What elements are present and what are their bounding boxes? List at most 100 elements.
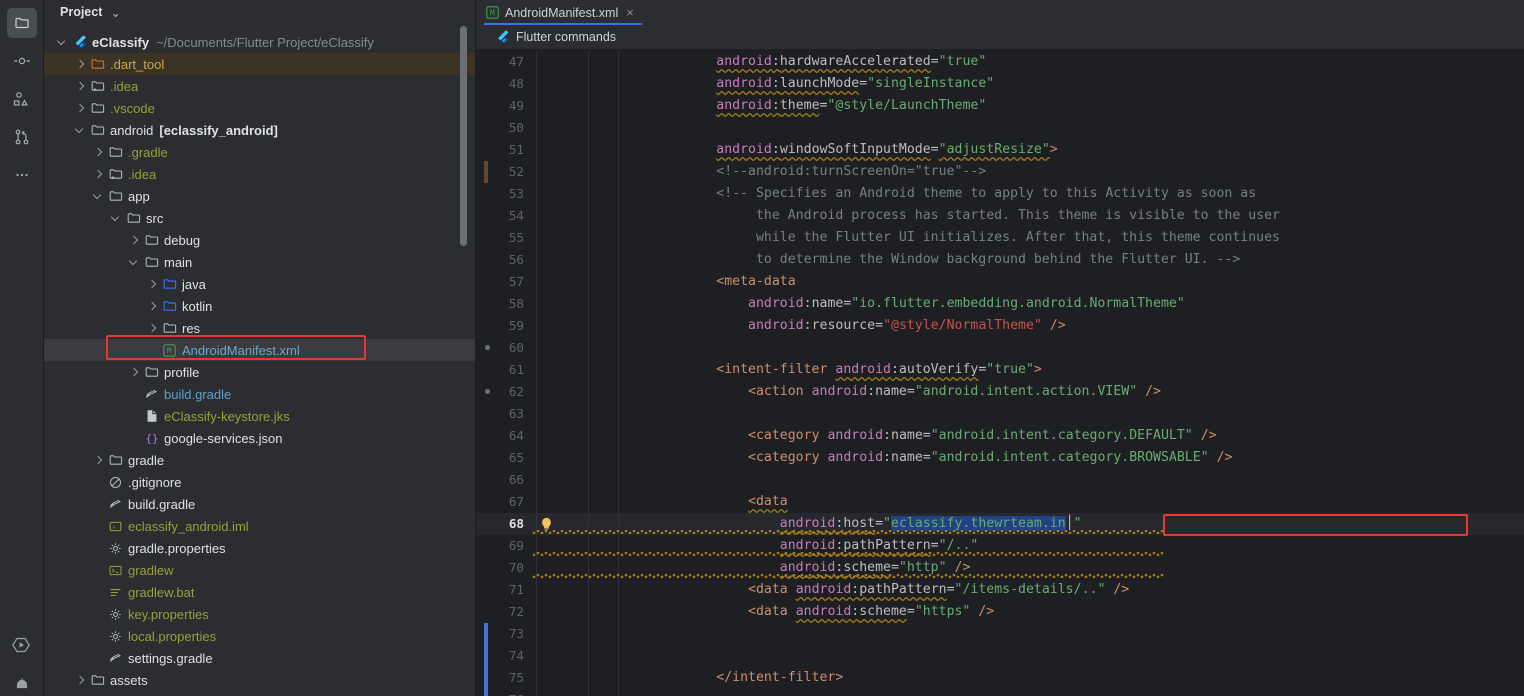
tree-item--gradle[interactable]: .gradle [44,141,476,163]
chevron-down-icon[interactable] [128,256,141,269]
code-line-text[interactable]: </intent-filter> [621,667,843,689]
tree-item--dart-tool[interactable]: .dart_tool [44,53,476,75]
code-line-61[interactable]: 61 <intent-filter android:autoVerify="tr… [476,359,1524,381]
breadcrumb[interactable]: Flutter commands [476,25,1524,50]
code-line-56[interactable]: 56 to determine the Window background be… [476,249,1524,271]
chevron-right-icon[interactable] [146,322,159,335]
tree-item-local-properties[interactable]: local.properties [44,625,476,647]
code-line-text[interactable]: android:resource="@style/NormalTheme" /> [621,315,1066,337]
code-line-text[interactable]: <intent-filter android:autoVerify="true"… [621,359,1042,381]
chevron-right-icon[interactable] [92,168,105,181]
more-tool-windows-icon[interactable] [7,160,37,190]
tree-item-kotlin[interactable]: kotlin [44,295,476,317]
code-line-text[interactable]: <category android:name="android.intent.c… [621,447,1232,469]
tree-item-android[interactable]: android[eclassify_android] [44,119,476,141]
chevron-right-icon[interactable] [92,146,105,159]
chevron-right-icon[interactable] [92,454,105,467]
chevron-right-icon[interactable] [128,234,141,247]
code-line-49[interactable]: 49 android:theme="@style/LaunchTheme" [476,95,1524,117]
code-line-75[interactable]: 75 </intent-filter> [476,667,1524,689]
chevron-right-icon[interactable] [146,278,159,291]
code-line-text[interactable]: android:hardwareAccelerated="true" [621,51,986,73]
chevron-right-icon[interactable] [74,58,87,71]
code-line-74[interactable]: 74 [476,645,1524,667]
code-line-53[interactable]: 53 <!-- Specifies an Android theme to ap… [476,183,1524,205]
commit-icon[interactable] [7,46,37,76]
tree-item-src[interactable]: src [44,207,476,229]
run-widget-icon[interactable] [7,633,37,662]
code-line-text[interactable]: android:launchMode="singleInstance" [621,73,994,95]
tree-item--gitignore[interactable]: .gitignore [44,471,476,493]
structure-icon[interactable] [7,84,37,114]
project-tree[interactable]: eClassify~/Documents/Flutter Project/eCl… [44,24,476,691]
notifications-icon[interactable] [7,675,37,696]
code-line-60[interactable]: 60 [476,337,1524,359]
code-editor[interactable]: 47 android:hardwareAccelerated="true"48 … [476,51,1524,696]
tree-item--vscode[interactable]: .vscode [44,97,476,119]
code-line-text[interactable]: <action android:name="android.intent.act… [621,381,1161,403]
code-line-text[interactable]: android:name="io.flutter.embedding.andro… [621,293,1185,315]
code-line-57[interactable]: 57 <meta-data [476,271,1524,293]
code-line-text[interactable]: the Android process has started. This th… [621,205,1280,227]
tree-item-eclassify-android-iml[interactable]: eclassify_android.iml [44,515,476,537]
code-line-47[interactable]: 47 android:hardwareAccelerated="true" [476,51,1524,73]
tree-item-gradlew[interactable]: gradlew [44,559,476,581]
code-line-text[interactable]: while the Flutter UI initializes. After … [621,227,1280,249]
project-panel-header[interactable]: Project ⌄ [44,0,476,24]
tree-item-key-properties[interactable]: key.properties [44,603,476,625]
tree-item-res[interactable]: res [44,317,476,339]
code-line-50[interactable]: 50 [476,117,1524,139]
chevron-down-icon[interactable] [92,190,105,203]
chevron-right-icon[interactable] [74,674,87,687]
close-icon[interactable]: × [626,6,634,19]
code-line-52[interactable]: 52 <!--android:turnScreenOn="true"--> [476,161,1524,183]
code-line-71[interactable]: 71 <data android:pathPattern="/items-det… [476,579,1524,601]
code-line-73[interactable]: 73 [476,623,1524,645]
code-line-text[interactable]: android:theme="@style/LaunchTheme" [621,95,986,117]
chevron-down-icon[interactable] [56,36,69,49]
tree-item-eclassify[interactable]: eClassify~/Documents/Flutter Project/eCl… [44,31,476,53]
code-line-48[interactable]: 48 android:launchMode="singleInstance" [476,73,1524,95]
tree-item-profile[interactable]: profile [44,361,476,383]
code-line-65[interactable]: 65 <category android:name="android.inten… [476,447,1524,469]
code-line-text[interactable]: <data android:scheme="https" /> [621,601,994,623]
tab-androidmanifest-xml[interactable]: M AndroidManifest.xml × [476,0,642,25]
code-line-text[interactable]: android:windowSoftInputMode="adjustResiz… [621,139,1058,161]
tree-item--idea[interactable]: .idea [44,75,476,97]
tree-item-main[interactable]: main [44,251,476,273]
code-line-text[interactable]: <!--android:turnScreenOn="true"--> [621,161,986,183]
tree-item-assets[interactable]: assets [44,669,476,691]
tree-item-androidmanifest-xml[interactable]: MAndroidManifest.xml [44,339,476,361]
code-line-text[interactable]: to determine the Window background behin… [621,249,1240,271]
tree-item--idea[interactable]: .idea [44,163,476,185]
code-line-54[interactable]: 54 the Android process has started. This… [476,205,1524,227]
code-line-51[interactable]: 51 android:windowSoftInputMode="adjustRe… [476,139,1524,161]
tree-item-java[interactable]: java [44,273,476,295]
chevron-right-icon[interactable] [146,300,159,313]
tree-item-debug[interactable]: debug [44,229,476,251]
chevron-down-icon[interactable] [74,124,87,137]
tree-item-app[interactable]: app [44,185,476,207]
tree-item-build-gradle[interactable]: build.gradle [44,493,476,515]
code-line-66[interactable]: 66 [476,469,1524,491]
tree-item-build-gradle[interactable]: build.gradle [44,383,476,405]
chevron-right-icon[interactable] [128,366,141,379]
tree-item-gradle[interactable]: gradle [44,449,476,471]
project-icon[interactable] [7,8,37,38]
code-line-58[interactable]: 58 android:name="io.flutter.embedding.an… [476,293,1524,315]
code-line-76[interactable]: 76 [476,689,1524,696]
tree-item-gradlew-bat[interactable]: gradlew.bat [44,581,476,603]
chevron-down-icon[interactable]: ⌄ [110,5,120,20]
code-line-text[interactable]: <data android:pathPattern="/items-detail… [621,579,1129,601]
code-line-text[interactable]: <meta-data [621,271,796,293]
code-line-text[interactable]: <data [621,491,788,513]
project-tree-scrollbar[interactable] [460,26,467,246]
code-line-text[interactable]: <!-- Specifies an Android theme to apply… [621,183,1256,205]
chevron-right-icon[interactable] [74,102,87,115]
code-line-62[interactable]: 62 <action android:name="android.intent.… [476,381,1524,403]
chevron-down-icon[interactable] [110,212,123,225]
code-line-64[interactable]: 64 <category android:name="android.inten… [476,425,1524,447]
tree-item-eclassify-keystore-jks[interactable]: eClassify-keystore.jks [44,405,476,427]
code-line-67[interactable]: 67 <data [476,491,1524,513]
code-line-text[interactable]: <category android:name="android.intent.c… [621,425,1217,447]
